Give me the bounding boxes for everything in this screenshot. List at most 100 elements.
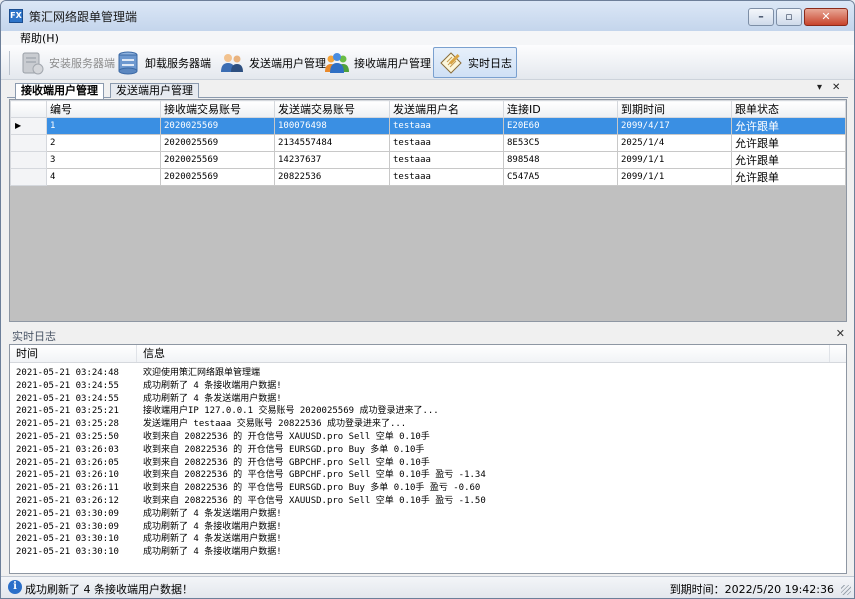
log-message: 收到来自 20822536 的 平仓信号 XAUUSD.pro Sell 空单 … — [143, 495, 486, 506]
log-time: 2021-05-21 03:25:28 — [16, 419, 119, 430]
row-header[interactable] — [10, 151, 47, 169]
log-message: 收到来自 20822536 的 开仓信号 XAUUSD.pro Sell 空单 … — [143, 431, 430, 442]
column-header-expiry[interactable]: 到期时间 — [617, 100, 732, 118]
cell-connection-id[interactable]: 8E53C5 — [503, 134, 618, 152]
log-entry[interactable]: 2021-05-21 03:30:10 成功刷新了 4 条接收端用户数据! — [10, 546, 846, 559]
menu-help[interactable]: 帮助(H) — [20, 30, 59, 46]
cell-expiry[interactable]: 2099/4/17 — [617, 117, 732, 135]
row-header[interactable]: ▶ — [10, 117, 47, 135]
column-header-connection-id[interactable]: 连接ID — [503, 100, 618, 118]
title-bar[interactable]: FX 策汇网络跟单管理端 – ▫ ✕ — [1, 1, 854, 31]
cell-sender-account[interactable]: 20822536 — [274, 168, 390, 186]
cell-sender-account[interactable]: 14237637 — [274, 151, 390, 169]
log-entry[interactable]: 2021-05-21 03:26:05 收到来自 20822536 的 开仓信号 … — [10, 457, 846, 470]
cell-id[interactable]: 2 — [46, 134, 161, 152]
log-entry[interactable]: 2021-05-21 03:26:03 收到来自 20822536 的 开仓信号 … — [10, 444, 846, 457]
cell-id[interactable]: 3 — [46, 151, 161, 169]
cell-id[interactable]: 4 — [46, 168, 161, 186]
log-message: 欢迎使用策汇网络跟单管理端 — [143, 368, 261, 378]
resize-grip[interactable] — [841, 585, 851, 595]
column-header-follow-status[interactable]: 跟单状态 — [731, 100, 846, 118]
log-time: 2021-05-21 03:30:10 — [16, 534, 119, 545]
realtime-log-list[interactable]: 时间 信息 2021-05-21 03:24:48 欢迎使用策汇网络跟单管理端 2… — [9, 344, 847, 574]
maximize-button[interactable]: ▫ — [776, 8, 802, 26]
cell-expiry[interactable]: 2099/1/1 — [617, 168, 732, 186]
cell-id[interactable]: 1 — [46, 117, 161, 135]
receiver-user-manage-button[interactable]: 接收端用户管理 — [320, 47, 435, 78]
minimize-icon: – — [758, 10, 764, 23]
status-bar: i 成功刷新了 4 条接收端用户数据！ 到期时间：2022/5/20 19:42… — [1, 576, 854, 598]
cell-connection-id[interactable]: E20E60 — [503, 117, 618, 135]
row-header[interactable] — [10, 168, 47, 186]
column-header-id[interactable]: 编号 — [46, 100, 161, 118]
cell-follow-status[interactable]: 允许跟单 — [731, 151, 846, 169]
log-time: 2021-05-21 03:24:55 — [16, 393, 119, 404]
table-row[interactable]: ▶ 1 2020025569 100076498 testaaa E20E60 … — [10, 117, 846, 135]
info-icon: i — [8, 580, 22, 594]
cell-expiry[interactable]: 2099/1/1 — [617, 151, 732, 169]
column-header-sender-username[interactable]: 发送端用户名 — [389, 100, 504, 118]
close-icon: ✕ — [821, 10, 831, 23]
cell-follow-status[interactable]: 允许跟单 — [731, 168, 846, 186]
log-entry[interactable]: 2021-05-21 03:30:10 成功刷新了 4 条发送端用户数据! — [10, 533, 846, 546]
log-message: 发送端用户 testaaa 交易账号 20822536 成功登录进来了... — [143, 419, 407, 430]
tab-close-icon[interactable]: ✕ — [832, 82, 840, 93]
log-time: 2021-05-21 03:24:48 — [16, 368, 119, 378]
table-row[interactable]: 2 2020025569 2134557484 testaaa 8E53C5 2… — [10, 134, 846, 152]
table-row[interactable]: 4 2020025569 20822536 testaaa C547A5 209… — [10, 168, 846, 186]
log-panel-close-icon[interactable]: ✕ — [836, 327, 845, 340]
uninstall-server-label: 卸载服务器端 — [145, 56, 211, 70]
log-message: 成功刷新了 4 条发送端用户数据! — [143, 393, 282, 404]
sender-user-manage-button[interactable]: 发送端用户管理 — [215, 47, 330, 78]
table-row[interactable]: 3 2020025569 14237637 testaaa 898548 209… — [10, 151, 846, 169]
log-entry[interactable]: 2021-05-21 03:25:50 收到来自 20822536 的 开仓信号 … — [10, 431, 846, 444]
tab-receiver-users[interactable]: 接收端用户管理 — [15, 83, 104, 99]
log-entry[interactable]: 2021-05-21 03:30:09 成功刷新了 4 条发送端用户数据! — [10, 508, 846, 521]
cell-sender-account[interactable]: 100076498 — [274, 117, 390, 135]
minimize-button[interactable]: – — [748, 8, 774, 26]
cell-sender-username[interactable]: testaaa — [389, 151, 504, 169]
log-entry[interactable]: 2021-05-21 03:30:09 成功刷新了 4 条接收端用户数据! — [10, 521, 846, 534]
cell-receiver-account[interactable]: 2020025569 — [160, 117, 275, 135]
cell-follow-status[interactable]: 允许跟单 — [731, 134, 846, 152]
log-entry[interactable]: 2021-05-21 03:26:10 收到来自 20822536 的 平仓信号 … — [10, 469, 846, 482]
cell-sender-account[interactable]: 2134557484 — [274, 134, 390, 152]
log-entry[interactable]: 2021-05-21 03:25:21 接收端用户IP 127.0.0.1 交易账… — [10, 405, 846, 418]
log-time: 2021-05-21 03:26:10 — [16, 470, 119, 481]
server-install-icon — [19, 50, 45, 76]
column-header-sender-account[interactable]: 发送端交易账号 — [274, 100, 390, 118]
log-entry[interactable]: 2021-05-21 03:24:48 欢迎使用策汇网络跟单管理端 — [10, 367, 846, 380]
log-time: 2021-05-21 03:26:12 — [16, 495, 119, 506]
cell-connection-id[interactable]: C547A5 — [503, 168, 618, 186]
uninstall-server-button[interactable]: 卸载服务器端 — [111, 47, 215, 78]
log-entry[interactable]: 2021-05-21 03:25:28 发送端用户 testaaa 交易账号 20… — [10, 418, 846, 431]
cell-receiver-account[interactable]: 2020025569 — [160, 168, 275, 186]
row-header[interactable] — [10, 134, 47, 152]
cell-receiver-account[interactable]: 2020025569 — [160, 151, 275, 169]
toolbar-separator — [9, 51, 10, 75]
log-message: 接收端用户IP 127.0.0.1 交易账号 2020025569 成功登录进来… — [143, 406, 439, 417]
close-window-button[interactable]: ✕ — [804, 8, 848, 26]
log-column-info[interactable]: 信息 — [137, 345, 830, 362]
tab-sender-users[interactable]: 发送端用户管理 — [110, 83, 199, 98]
cell-sender-username[interactable]: testaaa — [389, 134, 504, 152]
log-time: 2021-05-21 03:30:09 — [16, 508, 119, 519]
log-entry[interactable]: 2021-05-21 03:26:11 收到来自 20822536 的 平仓信号 … — [10, 482, 846, 495]
install-server-button[interactable]: 安装服务器端 — [15, 47, 119, 78]
log-entry[interactable]: 2021-05-21 03:26:12 收到来自 20822536 的 平仓信号 … — [10, 495, 846, 508]
cell-sender-username[interactable]: testaaa — [389, 168, 504, 186]
receiver-users-grid[interactable]: 编号 接收端交易账号 发送端交易账号 发送端用户名 连接ID 到期时间 跟单状态… — [9, 99, 847, 322]
realtime-log-button[interactable]: 实时日志 — [433, 47, 517, 78]
cell-receiver-account[interactable]: 2020025569 — [160, 134, 275, 152]
tab-list-dropdown-icon[interactable]: ▾ — [817, 82, 822, 93]
log-message: 收到来自 20822536 的 开仓信号 EURSGD.pro Buy 多单 0… — [143, 444, 425, 455]
cell-connection-id[interactable]: 898548 — [503, 151, 618, 169]
log-entry[interactable]: 2021-05-21 03:24:55 成功刷新了 4 条发送端用户数据! — [10, 393, 846, 406]
log-column-time[interactable]: 时间 — [10, 345, 137, 362]
log-entry[interactable]: 2021-05-21 03:24:55 成功刷新了 4 条接收端用户数据! — [10, 380, 846, 393]
cell-sender-username[interactable]: testaaa — [389, 117, 504, 135]
cell-follow-status[interactable]: 允许跟单 — [731, 117, 846, 135]
column-header-receiver-account[interactable]: 接收端交易账号 — [160, 100, 275, 118]
install-server-label: 安装服务器端 — [49, 56, 115, 70]
cell-expiry[interactable]: 2025/1/4 — [617, 134, 732, 152]
